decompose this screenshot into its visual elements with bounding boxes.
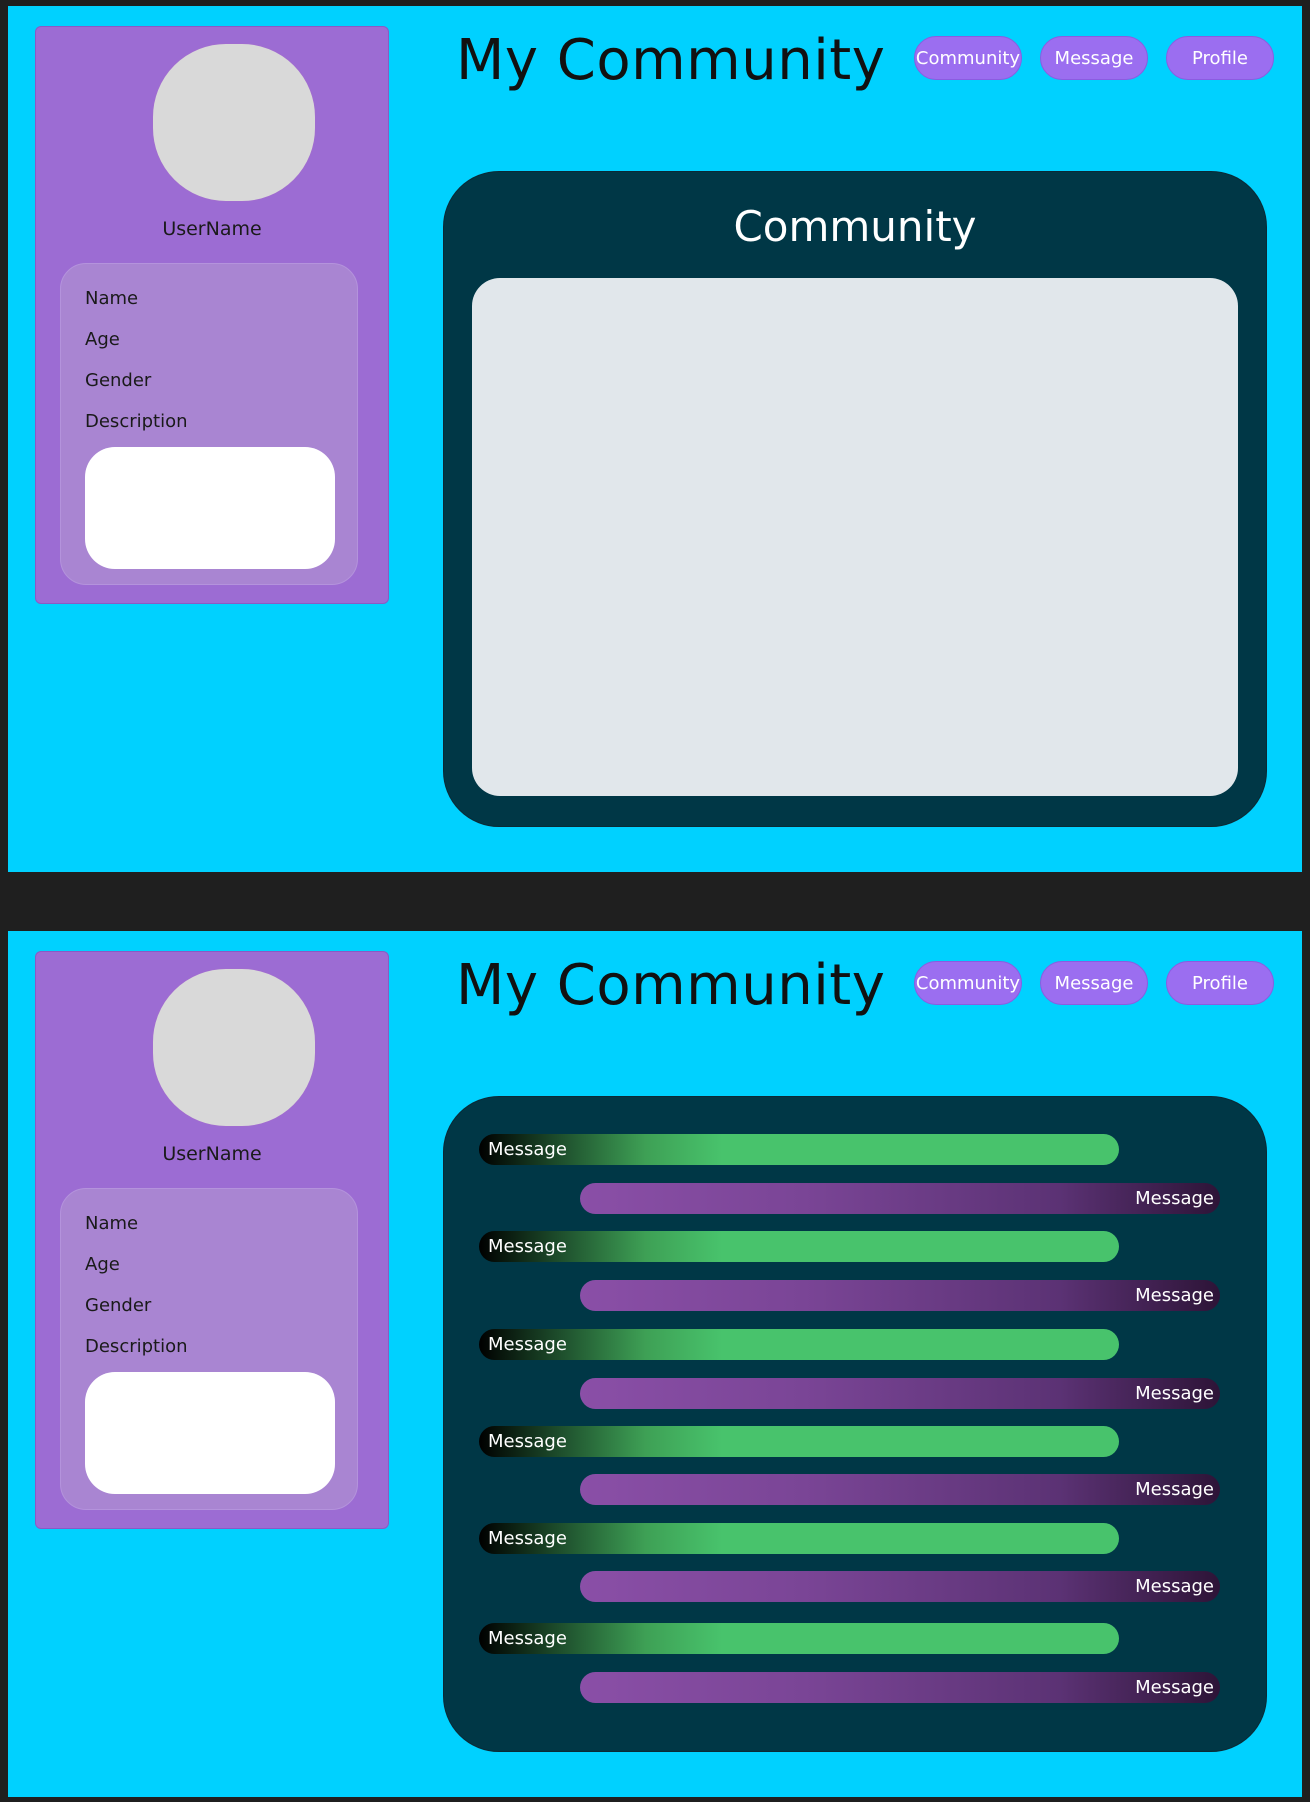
description-label: Description bbox=[85, 1336, 188, 1357]
nav-message-button[interactable]: Message bbox=[1040, 36, 1148, 80]
message-bubble-incoming[interactable]: Message bbox=[479, 1329, 1119, 1360]
message-bubble-outgoing[interactable]: Message bbox=[580, 1183, 1220, 1214]
name-label: Name bbox=[85, 288, 139, 309]
gender-label: Gender bbox=[85, 1295, 152, 1316]
age-label: Age bbox=[85, 329, 120, 350]
message-bubble-incoming[interactable]: Message bbox=[479, 1426, 1119, 1457]
nav-community-button[interactable]: Community bbox=[914, 961, 1022, 1005]
description-field[interactable] bbox=[85, 1372, 335, 1494]
message-screen: UserName Name Age Gender Description My … bbox=[8, 931, 1302, 1797]
profile-sidebar: UserName Name Age Gender Description bbox=[35, 26, 389, 604]
nav-profile-button[interactable]: Profile bbox=[1166, 36, 1274, 80]
gender-label: Gender bbox=[85, 370, 152, 391]
profile-info-card: Name Age Gender Description bbox=[60, 1188, 358, 1510]
avatar[interactable] bbox=[152, 968, 316, 1127]
message-bubble-outgoing[interactable]: Message bbox=[580, 1474, 1220, 1505]
message-bubble-incoming[interactable]: Message bbox=[479, 1134, 1119, 1165]
message-bubble-outgoing[interactable]: Message bbox=[580, 1280, 1220, 1311]
description-label: Description bbox=[85, 411, 188, 432]
app-title: My Community bbox=[456, 28, 886, 93]
nav-profile-button[interactable]: Profile bbox=[1166, 961, 1274, 1005]
name-label: Name bbox=[85, 1213, 139, 1234]
profile-sidebar: UserName Name Age Gender Description bbox=[35, 951, 389, 1529]
message-bubble-incoming[interactable]: Message bbox=[479, 1231, 1119, 1262]
message-bubble-outgoing[interactable]: Message bbox=[580, 1672, 1220, 1703]
description-field[interactable] bbox=[85, 447, 335, 569]
username: UserName bbox=[162, 1143, 262, 1165]
age-label: Age bbox=[85, 1254, 120, 1275]
message-bubble-outgoing[interactable]: Message bbox=[580, 1378, 1220, 1409]
community-feed[interactable] bbox=[472, 278, 1238, 796]
message-bubble-incoming[interactable]: Message bbox=[479, 1523, 1119, 1554]
community-screen: UserName Name Age Gender Description My … bbox=[8, 6, 1302, 872]
nav-community-button[interactable]: Community bbox=[914, 36, 1022, 80]
message-bubble-incoming[interactable]: Message bbox=[479, 1623, 1119, 1654]
username: UserName bbox=[162, 218, 262, 240]
app-title: My Community bbox=[456, 953, 886, 1018]
community-panel: Community bbox=[443, 171, 1267, 827]
community-panel-title: Community bbox=[733, 202, 977, 251]
profile-info-card: Name Age Gender Description bbox=[60, 263, 358, 585]
message-panel: Message Message Message Message Message … bbox=[443, 1096, 1267, 1752]
avatar[interactable] bbox=[152, 43, 316, 202]
message-bubble-outgoing[interactable]: Message bbox=[580, 1571, 1220, 1602]
nav-message-button[interactable]: Message bbox=[1040, 961, 1148, 1005]
